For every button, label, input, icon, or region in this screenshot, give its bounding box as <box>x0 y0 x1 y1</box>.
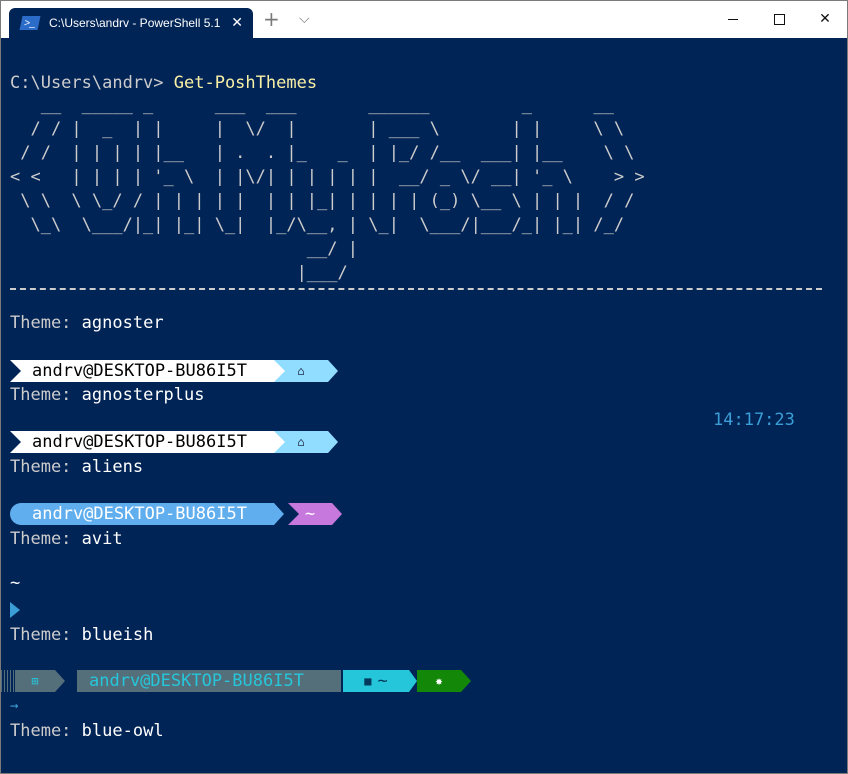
maximize-button[interactable] <box>769 9 789 29</box>
close-window-button[interactable]: ✕ <box>815 9 835 29</box>
theme-name: aliens <box>81 457 144 477</box>
chevron-down-icon[interactable]: ⌵ <box>299 11 310 27</box>
prompt-arrow: → <box>10 698 19 714</box>
user-host: andrv@DESKTOP-BU86I5T <box>32 432 247 452</box>
windows-icon: ⊞ <box>31 674 39 688</box>
theme-line: Theme: blueish <box>10 623 153 647</box>
path-segment: ⌂ <box>274 431 328 453</box>
path-text: ~ <box>304 504 316 524</box>
theme-label: Theme: <box>10 529 72 549</box>
os-segment: ⊞ <box>15 670 55 692</box>
prompt: C:\Users\andrv> <box>10 73 174 93</box>
home-icon: ⌂ <box>297 435 305 449</box>
close-icon: ✕ <box>819 11 831 27</box>
path-segment: ⌂ <box>274 360 328 382</box>
theme-name: blueish <box>81 625 154 645</box>
title-bar: >_ C:\Users\andrv - PowerShell 5.1 ✕ + ⌵… <box>1 1 847 38</box>
maximize-icon <box>773 13 785 25</box>
terminal-output[interactable]: C:\Users\andrv> Get-PoshThemes __ _____ … <box>1 38 847 773</box>
segment-arrow <box>328 360 338 382</box>
minimize-button[interactable] <box>723 9 743 29</box>
segment-arrow <box>328 431 338 453</box>
oh-my-posh-banner: __ _____ _ ___ ___ ______ _ __ / / | _ |… <box>10 95 645 283</box>
powershell-icon: >_ <box>19 16 41 30</box>
theme-line: Theme: agnosterplus <box>10 383 205 407</box>
user-segment: andrv@DESKTOP-BU86I5T <box>77 670 341 692</box>
clock: 14:17:23 <box>713 410 795 430</box>
theme-line: Theme: avit <box>10 527 123 551</box>
user-host: andrv@DESKTOP-BU86I5T <box>32 361 247 381</box>
segment-arrow <box>55 670 65 692</box>
segment-arrow <box>409 670 417 692</box>
stripe-decoration <box>1 670 15 692</box>
theme-line: Theme: aliens <box>10 455 143 479</box>
user-segment: andrv@DESKTOP-BU86I5T <box>10 360 274 382</box>
theme-label: Theme: <box>10 385 72 405</box>
theme-line: Theme: blue-owl <box>10 719 164 743</box>
segment-arrow <box>461 670 471 692</box>
theme-label: Theme: <box>10 457 72 477</box>
plus-icon[interactable]: + <box>263 9 280 29</box>
theme-label: Theme: <box>10 625 72 645</box>
folder-icon: ■ <box>364 674 372 688</box>
user-host: andrv@DESKTOP-BU86I5T <box>32 504 247 524</box>
segment-arrow <box>274 503 284 525</box>
user-host: andrv@DESKTOP-BU86I5T <box>89 671 304 691</box>
user-segment: andrv@DESKTOP-BU86I5T <box>10 503 274 525</box>
theme-name: agnoster <box>81 313 164 333</box>
status-segment: ✸ <box>417 670 461 692</box>
theme-label: Theme: <box>10 313 72 333</box>
minimize-icon <box>728 18 738 20</box>
theme-label: Theme: <box>10 721 72 741</box>
segment-arrow <box>332 503 342 525</box>
path-segment: ~ <box>288 503 332 525</box>
theme-name: avit <box>81 529 123 549</box>
terminal-window: >_ C:\Users\andrv - PowerShell 5.1 ✕ + ⌵… <box>0 0 848 774</box>
tab-powershell[interactable]: >_ C:\Users\andrv - PowerShell 5.1 ✕ <box>9 8 253 38</box>
theme-name: blue-owl <box>81 721 164 741</box>
path-segment: ■ ~ <box>343 670 409 692</box>
divider <box>10 288 822 290</box>
theme-name: agnosterplus <box>81 385 205 405</box>
triangle-icon <box>10 602 20 618</box>
siren-icon: ✸ <box>435 674 443 688</box>
command: Get-PoshThemes <box>173 73 318 93</box>
tab-title: C:\Users\andrv - PowerShell 5.1 <box>49 16 221 30</box>
command-line: C:\Users\andrv> Get-PoshThemes <box>10 71 317 95</box>
avit-path: ~ <box>10 573 21 593</box>
path-text: ~ <box>377 671 388 691</box>
home-icon: ⌂ <box>297 364 305 378</box>
close-tab-icon[interactable]: ✕ <box>231 15 243 31</box>
theme-line: Theme: agnoster <box>10 311 164 335</box>
user-segment: andrv@DESKTOP-BU86I5T <box>10 431 274 453</box>
